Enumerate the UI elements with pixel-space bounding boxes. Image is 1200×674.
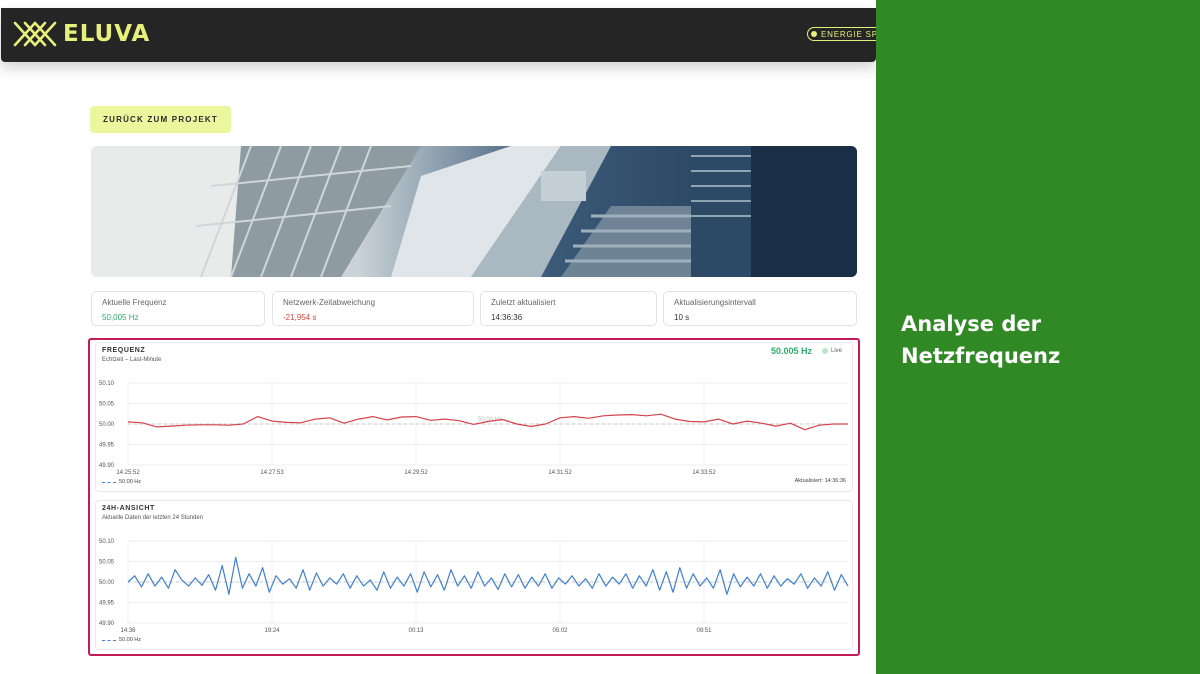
updated-timestamp: Aktualisiert: 14:36:36 bbox=[794, 478, 846, 484]
eluva-logo-icon bbox=[13, 21, 57, 47]
energy-label: ENERGIE SPA bbox=[821, 29, 877, 39]
chart-title: 24H-ANSICHT bbox=[102, 505, 155, 512]
24h-line-chart: 50.10 50.05 50.00 49.95 49.90 14:36 19:24 00:13… bbox=[99, 539, 849, 634]
rooftop-equipment-photo bbox=[91, 146, 857, 277]
stat-last-updated: Zuletzt aktualisiert 14:36:36 bbox=[480, 291, 657, 326]
legend-dash-icon bbox=[102, 639, 116, 641]
x-tick-label: 19:24 bbox=[264, 628, 280, 634]
x-tick-label: 14:27:53 bbox=[260, 470, 284, 476]
live-label: Live bbox=[830, 348, 842, 354]
status-dot-icon bbox=[811, 31, 817, 37]
chart-subtitle: Aktuelle Daten der letzten 24 Stunden bbox=[102, 515, 204, 521]
chart-legend: 50.00 Hz bbox=[102, 637, 141, 643]
stat-value: 50,005 Hz bbox=[102, 313, 139, 322]
stat-update-interval: Aktualisierungsintervall 10 s bbox=[663, 291, 857, 326]
stat-label: Aktualisierungsintervall bbox=[674, 298, 756, 307]
x-tick-label: 14:31:52 bbox=[548, 470, 572, 476]
y-tick-label: 50.10 bbox=[99, 539, 115, 545]
side-panel: Analyse der Netzfrequenz bbox=[876, 0, 1200, 674]
frequency-charts-panel: 50.10 50.05 50.00 49.95 49.90 14:25:52 14:27:5… bbox=[88, 338, 860, 656]
y-tick-label: 50.10 bbox=[99, 381, 115, 387]
top-navigation-bar: ELUVA ENERGIE SPA bbox=[1, 8, 877, 62]
stat-network-time-deviation: Netzwerk-Zeitabweichung -21,954 s bbox=[272, 291, 474, 326]
frequency-chart-card: 50.10 50.05 50.00 49.95 49.90 14:25:52 14:27:5… bbox=[95, 342, 853, 492]
legend-dash-icon bbox=[102, 481, 116, 483]
y-tick-label: 50.05 bbox=[99, 402, 115, 408]
x-tick-label: 05:02 bbox=[552, 628, 568, 634]
stat-label: Aktuelle Frequenz bbox=[102, 298, 167, 307]
x-tick-label: 14:25:52 bbox=[116, 470, 140, 476]
stat-value: 10 s bbox=[674, 313, 690, 322]
frequency-line-chart: 50.10 50.05 50.00 49.95 49.9014:25:52 14:27:5… bbox=[99, 381, 848, 476]
x-tick-label: 14:29:52 bbox=[404, 470, 428, 476]
chart-subtitle: Echtzeit – Last-Minute bbox=[102, 357, 162, 363]
y-tick-label: 49.95 bbox=[99, 601, 115, 607]
x-tick-label: 00:13 bbox=[408, 628, 424, 634]
chart-legend: 50.00 Hz bbox=[102, 479, 141, 485]
x-tick-label: 14:33:52 bbox=[692, 470, 716, 476]
back-to-project-button[interactable]: ZURÜCK ZUM PROJEKT bbox=[90, 106, 231, 133]
y-tick-label: 50.00 bbox=[99, 422, 115, 428]
energy-toggle[interactable]: ENERGIE SPA bbox=[807, 27, 877, 41]
live-indicator: Live bbox=[821, 348, 842, 354]
brand-name: ELUVA bbox=[63, 21, 151, 47]
series-line bbox=[127, 556, 849, 595]
stat-label: Netzwerk-Zeitabweichung bbox=[283, 298, 376, 307]
x-tick-label: 09:51 bbox=[696, 628, 712, 634]
live-dot-icon bbox=[821, 348, 828, 354]
legend-label: 50.00 Hz bbox=[119, 637, 142, 643]
stat-value: -21,954 s bbox=[283, 313, 317, 322]
stat-label: Zuletzt aktualisiert bbox=[491, 298, 556, 307]
side-panel-title: Analyse der Netzfrequenz bbox=[901, 312, 1061, 368]
y-tick-label: 49.90 bbox=[99, 621, 115, 627]
brand-logo[interactable]: ELUVA bbox=[13, 21, 150, 47]
24h-chart-card: 50.10 50.05 50.00 49.95 49.90 14:36 19:24 00:13… bbox=[95, 500, 853, 650]
y-tick-label: 50.00 bbox=[99, 580, 115, 586]
stat-value: 14:36:36 bbox=[491, 313, 523, 322]
legend-label: 50.00 Hz bbox=[119, 479, 142, 485]
project-hero-image bbox=[91, 146, 857, 277]
y-tick-label: 49.90 bbox=[99, 463, 115, 469]
y-tick-label: 49.95 bbox=[99, 443, 115, 449]
x-tick-label: 14:36 bbox=[120, 628, 136, 634]
chart-title: FREQUENZ bbox=[102, 347, 146, 354]
stat-current-frequency: Aktuelle Frequenz 50,005 Hz bbox=[91, 291, 265, 326]
current-frequency-readout: 50.005 Hz bbox=[770, 346, 812, 356]
y-tick-label: 50.05 bbox=[99, 560, 115, 566]
